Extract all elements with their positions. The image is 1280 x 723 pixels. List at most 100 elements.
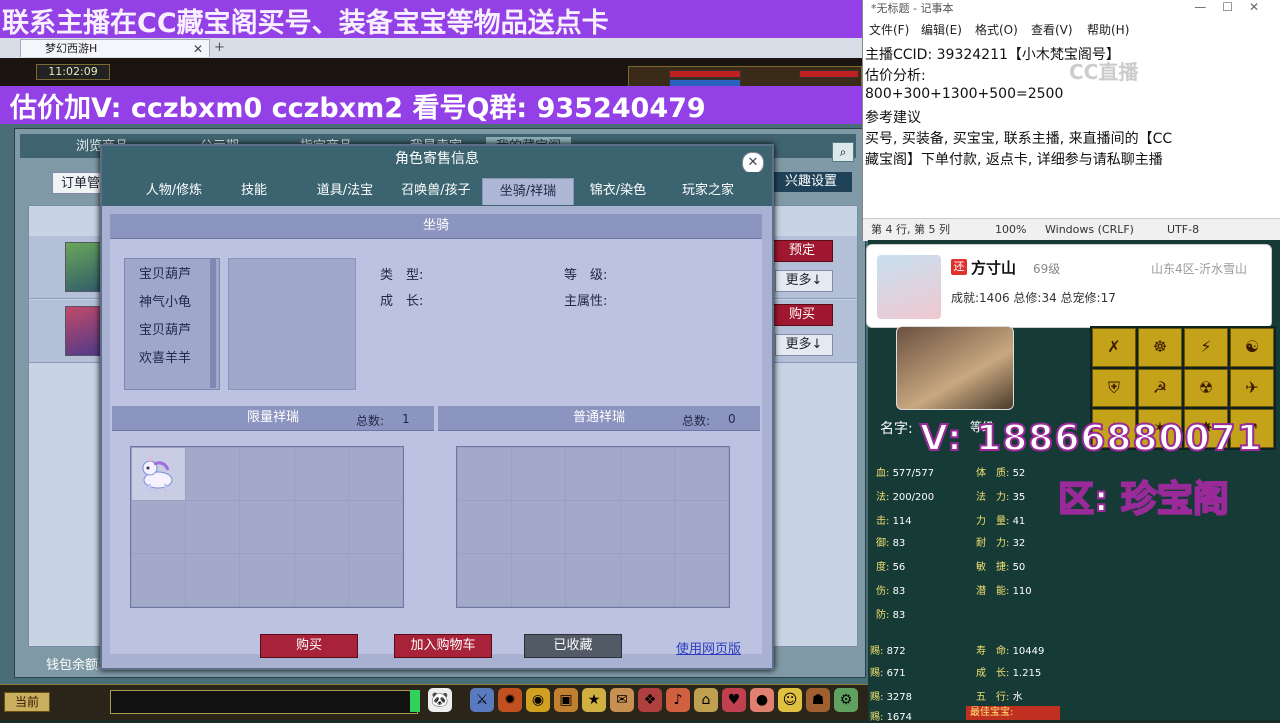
skill-icon[interactable]: ⛨	[1092, 368, 1136, 408]
grid-cell[interactable]	[674, 448, 728, 500]
grid-cell[interactable]	[294, 501, 348, 553]
pet-name-label: 名字:	[880, 421, 913, 437]
grid-cell[interactable]	[132, 448, 186, 500]
grid-cell[interactable]	[348, 501, 402, 553]
grid-cell[interactable]	[566, 501, 620, 553]
grid-cell[interactable]	[294, 554, 348, 606]
menu-format[interactable]: 格式(O)	[975, 20, 1018, 40]
list-item[interactable]: 神气小龟	[139, 291, 191, 310]
character-card[interactable]: 还 方寸山 69级 山东4区-沂水雪山 成就:1406 总修:34 总宠修:17	[866, 244, 1272, 328]
search-icon[interactable]: ⌕	[832, 142, 854, 162]
stat-row: 防: 83	[876, 610, 906, 621]
close-icon[interactable]: ✕	[193, 40, 203, 58]
zone-overlay: 区: 珍宝阁	[1057, 478, 1230, 521]
grid-cell[interactable]	[186, 448, 240, 500]
more-button[interactable]: 更多↓	[775, 334, 833, 356]
peach-icon[interactable]: ●	[750, 688, 774, 712]
menu-file[interactable]: 文件(F)	[869, 20, 909, 40]
heart-icon[interactable]: ♥	[722, 688, 746, 712]
grid-cell[interactable]	[294, 448, 348, 500]
chat-send-indicator	[410, 690, 420, 712]
star-icon[interactable]: ★	[582, 688, 606, 712]
list-item[interactable]: 宝贝葫芦	[139, 263, 191, 282]
add-to-cart-button[interactable]: 加入购物车	[394, 634, 492, 658]
list-item[interactable]: 宝贝葫芦	[139, 319, 191, 338]
list-item[interactable]: 欢喜羊羊	[139, 347, 191, 366]
grid-cell[interactable]	[132, 501, 186, 553]
notepad-line[interactable]: 藏宝阁】下单付款, 返点卡, 详细参与请私聊主播	[865, 149, 1163, 169]
monster-icon[interactable]: ☗	[806, 688, 830, 712]
gift-icon[interactable]: ❖	[638, 688, 662, 712]
notepad-line[interactable]: 参考建议	[865, 107, 921, 127]
tab-items[interactable]: 道具/法宝	[302, 178, 388, 204]
chat-channel-button[interactable]: 当前	[4, 692, 50, 712]
system-icon[interactable]: ⚙	[834, 688, 858, 712]
menu-view[interactable]: 查看(V)	[1031, 20, 1073, 40]
growth-label: 成 长:	[380, 294, 424, 309]
grid-cell[interactable]	[240, 554, 294, 606]
skill-icon[interactable]: ☸	[1138, 328, 1182, 367]
grid-cell[interactable]	[512, 501, 566, 553]
grid-cell[interactable]	[458, 501, 512, 553]
grid-cell[interactable]	[458, 554, 512, 606]
tab-mounts[interactable]: 坐骑/祥瑞	[482, 178, 574, 205]
grid-cell[interactable]	[566, 554, 620, 606]
grid-cell[interactable]	[458, 448, 512, 500]
grid-cell[interactable]	[186, 501, 240, 553]
grid-cell[interactable]	[348, 554, 402, 606]
skill-icon[interactable]: ☭	[1138, 368, 1182, 408]
grid-cell[interactable]	[566, 448, 620, 500]
buy-button[interactable]: 购买	[260, 634, 358, 658]
window-controls[interactable]: —☐✕	[1194, 0, 1275, 14]
skill-icon[interactable]: ☯	[1230, 328, 1274, 367]
sword-icon[interactable]: ⚔	[470, 688, 494, 712]
browser-tab[interactable]: 梦幻西游H ✕	[20, 39, 210, 57]
close-icon[interactable]: ✕	[742, 152, 764, 174]
tab-outfits[interactable]: 锦衣/染色	[576, 178, 660, 204]
favorited-button[interactable]: 已收藏	[524, 634, 622, 658]
grid-cell[interactable]	[512, 554, 566, 606]
scroll-icon[interactable]: ✉	[610, 688, 634, 712]
chat-input[interactable]	[110, 690, 418, 714]
grid-cell[interactable]	[348, 448, 402, 500]
notepad-line[interactable]: 800+300+1300+500=2500	[865, 86, 1063, 102]
web-version-link[interactable]: 使用网页版	[676, 638, 741, 657]
menu-edit[interactable]: 编辑(E)	[921, 20, 962, 40]
skill-icon[interactable]: ⚡	[1184, 328, 1228, 367]
more-button[interactable]: 更多↓	[775, 270, 833, 292]
interest-settings-button[interactable]: 兴趣设置	[770, 172, 852, 192]
coin-icon[interactable]: ◉	[526, 688, 550, 712]
grid-cell[interactable]	[186, 554, 240, 606]
skill-icon[interactable]: ✈	[1230, 368, 1274, 408]
grid-cell[interactable]	[240, 448, 294, 500]
tab-character[interactable]: 人物/修炼	[122, 178, 226, 204]
grid-cell[interactable]	[674, 501, 728, 553]
smile-icon[interactable]: ☺	[778, 688, 802, 712]
tab-skills[interactable]: 技能	[226, 178, 282, 204]
map-icon[interactable]: ⌂	[694, 688, 718, 712]
reserve-button[interactable]: 预定	[771, 240, 833, 262]
skill-icon[interactable]: ☢	[1184, 368, 1228, 408]
mount-list-scrollbar[interactable]	[210, 258, 216, 388]
grid-cell[interactable]	[620, 554, 674, 606]
package-icon[interactable]: ▣	[554, 688, 578, 712]
grid-cell[interactable]	[674, 554, 728, 606]
grid-cell[interactable]	[132, 554, 186, 606]
grid-cell[interactable]	[240, 501, 294, 553]
grid-cell[interactable]	[512, 448, 566, 500]
horn-icon[interactable]: ♪	[666, 688, 690, 712]
normal-section-header: 普通祥瑞	[438, 406, 760, 431]
tab-pets[interactable]: 召唤兽/孩子	[390, 178, 482, 204]
pet-icon[interactable]: 🐼	[428, 688, 452, 712]
tab-home[interactable]: 玩家之家	[666, 178, 750, 204]
notepad-line[interactable]: 估价分析:	[865, 65, 926, 85]
buy-button[interactable]: 购买	[771, 304, 833, 326]
new-tab-icon[interactable]: +	[214, 38, 225, 58]
skill-icon[interactable]: ✗	[1092, 328, 1136, 367]
menu-help[interactable]: 帮助(H)	[1087, 20, 1129, 40]
grid-cell[interactable]	[620, 501, 674, 553]
fire-icon[interactable]: ✹	[498, 688, 522, 712]
promo-banner-text: 联系主播在CC藏宝阁买号、装备宝宝等物品送点卡	[2, 8, 609, 39]
grid-cell[interactable]	[620, 448, 674, 500]
notepad-line[interactable]: 买号, 买装备, 买宝宝, 联系主播, 来直播间的【CC	[865, 128, 1172, 148]
